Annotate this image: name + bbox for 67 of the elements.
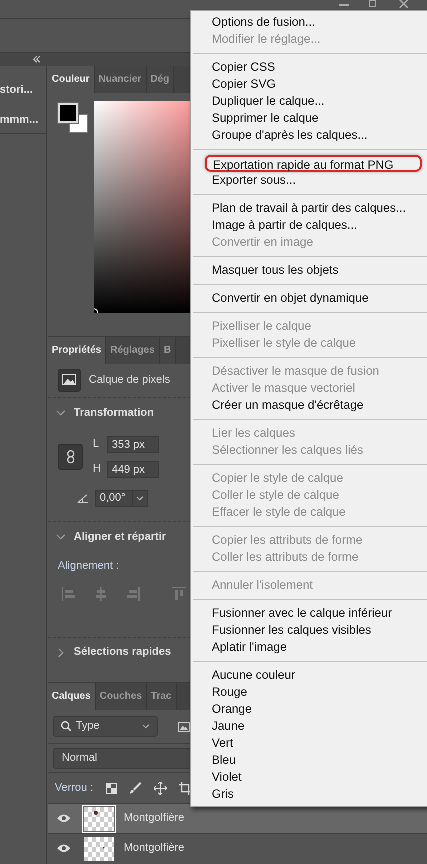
menu-item[interactable]: Aplatir l'image (191, 639, 427, 656)
angle-icon (77, 494, 89, 504)
crop-icon[interactable] (178, 782, 192, 794)
section-title[interactable]: Aligner et répartir (74, 528, 166, 546)
size-field[interactable]: 449 px (107, 461, 159, 478)
layer-name: Montgolfière (124, 841, 185, 856)
panel-item[interactable]: mmm... (0, 112, 46, 128)
menu-item[interactable]: Exporter sous... (191, 172, 427, 189)
chevron-icon[interactable] (56, 408, 66, 418)
menu-item[interactable]: Gris (191, 786, 427, 803)
checker-lock-icon[interactable] (106, 782, 117, 794)
field-label: L (93, 437, 100, 452)
color-swatches[interactable] (58, 103, 89, 134)
menu-item[interactable]: Options de fusion... (191, 14, 427, 31)
layer-kind-label: Calque de pixels (89, 373, 170, 388)
layer-thumbnail (84, 836, 114, 860)
layer-row[interactable]: Montgolfière (48, 803, 427, 833)
panel-item[interactable]: stori... (0, 82, 46, 98)
menu-item[interactable]: Supprimer le calque (191, 110, 427, 127)
menu-item[interactable]: Créer un masque d'écrêtage (191, 397, 427, 414)
move-icon[interactable] (154, 782, 167, 794)
brush-icon[interactable] (128, 782, 142, 794)
alignment-label: Alignement : (58, 559, 120, 574)
filter-dropdown[interactable]: Type (53, 716, 158, 737)
close-icon[interactable] (399, 0, 409, 8)
menu-item[interactable]: Plan de travail à partir des calques... (191, 200, 427, 217)
menu-item[interactable]: Fusionner avec le calque inférieur (191, 605, 427, 622)
menu-item[interactable]: Copier SVG (191, 76, 427, 93)
panel-tab[interactable]: Propriétés (48, 337, 106, 364)
link-button[interactable] (58, 444, 83, 470)
menu-item[interactable]: Groupe d'après les calques... (191, 127, 427, 144)
menu-item[interactable]: Copier CSS (191, 59, 427, 76)
menu-item[interactable]: Convertir en objet dynamique (191, 290, 427, 307)
menu-item[interactable]: Violet (191, 769, 427, 786)
section-title[interactable]: Sélections rapides (74, 644, 172, 661)
link-icon (66, 450, 74, 464)
restore-icon[interactable] (369, 0, 379, 8)
angle-field[interactable]: 0,00° (95, 490, 148, 507)
menu-item[interactable]: Masquer tous les objets (191, 262, 427, 279)
menu-item[interactable]: Dupliquer le calque... (191, 93, 427, 110)
menu-item[interactable]: Exportation rapide au format PNG (205, 155, 422, 172)
size-field[interactable]: 353 px (107, 436, 159, 453)
section-title[interactable]: Transformation (74, 404, 154, 422)
image-filter-icon[interactable] (178, 722, 190, 732)
angle-value: 0,00° (99, 491, 127, 506)
menu-item[interactable]: Fusionner les calques visibles (191, 622, 427, 639)
eye-icon[interactable] (57, 814, 71, 823)
collapse-icon[interactable] (33, 56, 41, 63)
menu-item[interactable]: Orange (191, 701, 427, 718)
eye-icon[interactable] (57, 844, 71, 853)
menu-item[interactable]: Image à partir de calques... (191, 217, 427, 234)
search-icon (61, 721, 72, 732)
layer-thumbnail (84, 806, 114, 830)
dropdown-caret-icon (142, 724, 150, 729)
dropdown-caret-icon (136, 496, 144, 501)
menu-item[interactable]: Jaune (191, 718, 427, 735)
menu-item[interactable]: Rouge (191, 684, 427, 701)
chevron-icon[interactable] (56, 648, 66, 658)
lock-label: Verrou : (55, 780, 94, 796)
panel-tab[interactable]: Couleur (48, 66, 95, 93)
panel-tab[interactable]: Calques (48, 683, 96, 710)
image-icon (58, 369, 81, 392)
field-label: H (93, 462, 101, 478)
layer-row[interactable]: Montgolfière (48, 833, 427, 863)
menu-item[interactable]: Aucune couleur (191, 667, 427, 684)
chevron-icon[interactable] (56, 532, 66, 542)
layer-name: Montgolfière (124, 811, 185, 826)
